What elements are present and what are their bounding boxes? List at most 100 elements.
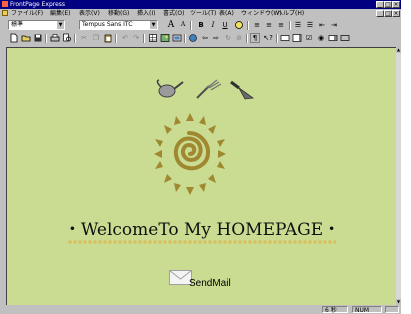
font-grow-icon[interactable]: A [166, 20, 176, 30]
menu-file[interactable]: ファイル(F) [11, 9, 43, 18]
doc-close-button[interactable]: × [392, 10, 400, 17]
forward-icon[interactable]: ⇨ [211, 33, 221, 43]
toolbar-separator [184, 34, 186, 43]
menu-edit[interactable]: 編集(E) [50, 9, 70, 18]
insert-image-icon[interactable] [160, 33, 170, 43]
undo-icon[interactable]: ↶ [120, 33, 130, 43]
toolbar-separator [143, 34, 145, 43]
chevron-down-icon: ▼ [57, 21, 64, 29]
toolbar-separator [246, 34, 248, 43]
image-shape [160, 34, 170, 42]
show-paragraph-marks-icon[interactable]: ¶ [250, 33, 260, 43]
checkbox-icon[interactable]: ☑ [304, 33, 314, 43]
sendmail-link[interactable]: SendMail [189, 278, 231, 289]
decrease-indent-icon[interactable]: ⇤ [317, 20, 327, 30]
menu-bar: ファイル(F) 編集(E) 表示(V) 移動(G) 挿入(I) 書式(O) ツー… [0, 9, 401, 18]
document-icon [2, 10, 8, 16]
increase-indent-icon[interactable]: ⇥ [329, 20, 339, 30]
scroll-up-icon[interactable]: ▲ [396, 47, 401, 53]
dotted-divider [68, 240, 336, 244]
menu-window[interactable]: ウィンドウ(W) [241, 9, 282, 18]
menu-format[interactable]: 書式(O) [163, 9, 184, 18]
app-icon [2, 1, 8, 7]
menu-insert[interactable]: 挿入(I) [137, 9, 155, 18]
align-center-icon[interactable]: ≡ [264, 20, 274, 30]
toolbar-separator [74, 34, 76, 43]
menu-view[interactable]: 表示(V) [79, 9, 100, 18]
open-folder-icon[interactable] [21, 33, 31, 43]
editor-page[interactable]: ・WelcomeTo My HOMEPAGE・ SendMail [6, 47, 397, 305]
refresh-icon[interactable]: ↻ [223, 33, 233, 43]
cut-icon[interactable]: ✂ [79, 33, 89, 43]
printer-shape [50, 34, 60, 42]
new-page-icon[interactable] [9, 33, 19, 43]
app-window: FrontPage Express _ □ × ファイル(F) 編集(E) 表示… [0, 0, 401, 314]
toolbar-separator [276, 34, 278, 43]
close-button[interactable]: × [392, 1, 400, 8]
font-select[interactable]: Tempus Sans ITC ▼ [79, 20, 158, 30]
globe-shape [189, 34, 197, 42]
folder-shape [21, 35, 31, 42]
menu-table[interactable]: 表(A) [219, 9, 234, 18]
palette-shape [235, 21, 243, 29]
sun-icon [154, 113, 226, 195]
menu-go[interactable]: 移動(G) [108, 9, 129, 18]
push-button-shape [340, 35, 350, 41]
doc-minimize-button[interactable]: _ [376, 10, 384, 17]
push-button-icon[interactable] [340, 33, 350, 43]
text-color-icon[interactable] [234, 20, 244, 30]
text-area-icon[interactable] [292, 33, 302, 43]
print-preview-icon[interactable] [62, 33, 72, 43]
radio-button-icon[interactable]: ◉ [316, 33, 326, 43]
maximize-button[interactable]: □ [384, 1, 392, 8]
font-select-value: Tempus Sans ITC [82, 21, 133, 28]
bullet-list-icon[interactable]: ☰ [305, 20, 315, 30]
disk-shape [34, 34, 42, 42]
bold-icon[interactable]: B [196, 20, 206, 30]
align-left-icon[interactable]: ≡ [252, 20, 262, 30]
hyperlink-icon[interactable] [188, 33, 198, 43]
component-shape [172, 34, 182, 42]
garden-tools-image [156, 79, 255, 100]
trowel-icon [230, 80, 255, 100]
table-shape [149, 34, 157, 42]
paste-icon[interactable] [103, 33, 113, 43]
menu-help[interactable]: ヘルプ(H) [277, 9, 304, 18]
menu-tools[interactable]: ツール(T) [190, 9, 216, 18]
back-icon[interactable]: ⇦ [200, 33, 210, 43]
toolbar-separator [45, 34, 47, 43]
save-icon[interactable] [33, 33, 43, 43]
window-title: FrontPage Express [10, 1, 66, 8]
toolbar-separator [190, 21, 192, 30]
insert-table-icon[interactable] [148, 33, 158, 43]
drop-down-menu-icon[interactable] [328, 33, 338, 43]
print-icon[interactable] [50, 33, 60, 43]
vertical-scrollbar[interactable]: ▲ ▼ [396, 47, 401, 305]
chevron-down-icon: ▼ [150, 21, 157, 29]
align-right-icon[interactable]: ≡ [276, 20, 286, 30]
status-num-lock: NUM [352, 306, 382, 314]
minimize-button[interactable]: _ [376, 1, 384, 8]
form-field-icon[interactable] [280, 33, 290, 43]
font-shrink-icon[interactable]: A [178, 20, 188, 30]
stop-icon[interactable]: ⊘ [234, 33, 244, 43]
textarea-shape [292, 34, 302, 42]
status-bar: 6 秒 NUM [0, 305, 401, 314]
fork-icon [196, 79, 222, 99]
help-pointer-icon[interactable]: ↖? [263, 33, 273, 43]
doc-restore-button[interactable]: □ [384, 10, 392, 17]
preview-shape [63, 33, 71, 42]
watering-can-icon [156, 79, 184, 98]
italic-icon[interactable]: I [208, 20, 218, 30]
dropdown-shape [328, 35, 338, 41]
numbered-list-icon[interactable]: ☰ [293, 20, 303, 30]
page-heading: ・WelcomeTo My HOMEPAGE・ [63, 220, 341, 240]
copy-icon[interactable]: ❐ [91, 33, 101, 43]
style-select[interactable]: 標準 ▼ [8, 20, 65, 30]
title-bar: FrontPage Express _ □ × [0, 0, 401, 9]
new-page-shape [10, 33, 18, 43]
redo-icon[interactable]: ↷ [131, 33, 141, 43]
field-shape [280, 35, 290, 41]
insert-component-icon[interactable] [172, 33, 182, 43]
underline-icon[interactable]: U [220, 20, 230, 30]
